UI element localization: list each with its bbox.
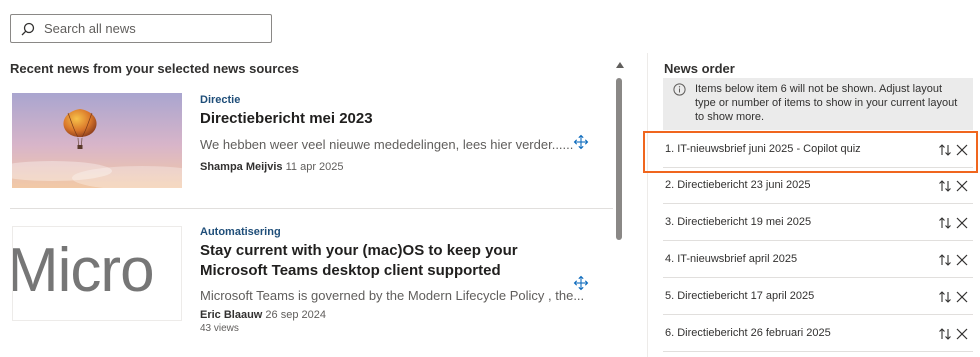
news-category[interactable]: Automatisering: [200, 226, 281, 238]
order-item[interactable]: 5. Directiebericht 17 april 2025: [663, 279, 973, 315]
order-item[interactable]: 3. Directiebericht 19 mei 2025: [663, 205, 973, 241]
order-item-label: 4. IT-nieuwsbrief april 2025: [665, 253, 798, 265]
close-icon[interactable]: [956, 180, 968, 192]
reorder-icon[interactable]: [938, 216, 952, 230]
news-meta: Shampa Meijvis 11 apr 2025: [200, 161, 344, 173]
order-item[interactable]: 2. Directiebericht 23 juni 2025: [663, 168, 973, 204]
news-title[interactable]: Stay current with your (mac)OS to keep y…: [200, 241, 580, 281]
reorder-icon[interactable]: [938, 179, 952, 193]
news-views: 43 views: [200, 323, 239, 334]
close-icon[interactable]: [956, 254, 968, 266]
news-meta: Eric Blaauw 26 sep 2024: [200, 309, 326, 321]
news-order-panel: News order Items below item 6 will not b…: [647, 53, 980, 357]
order-item-label: 6. Directiebericht 26 februari 2025: [665, 327, 831, 339]
search-box[interactable]: [10, 14, 272, 43]
news-date: 11 apr 2025: [285, 161, 344, 173]
reorder-icon[interactable]: [938, 327, 952, 341]
news-description: Microsoft Teams is governed by the Moder…: [200, 288, 585, 303]
news-date: 26 sep 2024: [265, 309, 326, 321]
info-icon: [673, 83, 686, 96]
hot-air-balloon-image[interactable]: [12, 93, 182, 188]
news-author: Eric Blaauw: [200, 309, 263, 321]
info-message: Items below item 6 will not be shown. Ad…: [663, 78, 973, 130]
reorder-icon[interactable]: [938, 253, 952, 267]
news-card[interactable]: Micro Automatisering Stay current with y…: [10, 226, 610, 357]
order-item-label: 3. Directiebericht 19 mei 2025: [665, 216, 812, 228]
news-title[interactable]: Directiebericht mei 2023: [200, 109, 580, 129]
scroll-up-arrow-icon[interactable]: [616, 62, 624, 68]
order-item[interactable]: 6. Directiebericht 26 februari 2025: [663, 316, 973, 352]
microsoft-logo-image[interactable]: Micro: [12, 226, 182, 321]
search-input[interactable]: [44, 21, 244, 36]
order-item-label: 5. Directiebericht 17 april 2025: [665, 290, 815, 302]
panel-title: News order: [664, 61, 735, 76]
scroll-thumb[interactable]: [616, 78, 622, 240]
reorder-icon[interactable]: [938, 290, 952, 304]
move-icon[interactable]: [573, 275, 589, 291]
news-description: We hebben weer veel nieuwe mededelingen,…: [200, 137, 574, 152]
highlight-box: [643, 131, 978, 173]
scrollbar[interactable]: [613, 62, 627, 357]
info-text: Items below item 6 will not be shown. Ad…: [695, 83, 958, 123]
search-icon: [21, 22, 35, 35]
divider: [10, 208, 613, 209]
thumbnail-text: Micro: [12, 236, 155, 305]
close-icon[interactable]: [956, 328, 968, 340]
order-item-label: 2. Directiebericht 23 juni 2025: [665, 179, 811, 191]
close-icon[interactable]: [956, 217, 968, 229]
close-icon[interactable]: [956, 291, 968, 303]
order-item[interactable]: 4. IT-nieuwsbrief april 2025: [663, 242, 973, 278]
news-category[interactable]: Directie: [200, 94, 240, 106]
section-title: Recent news from your selected news sour…: [10, 61, 299, 76]
news-card[interactable]: Directie Directiebericht mei 2023 We heb…: [10, 93, 610, 193]
news-author: Shampa Meijvis: [200, 161, 283, 173]
move-icon[interactable]: [573, 134, 589, 150]
